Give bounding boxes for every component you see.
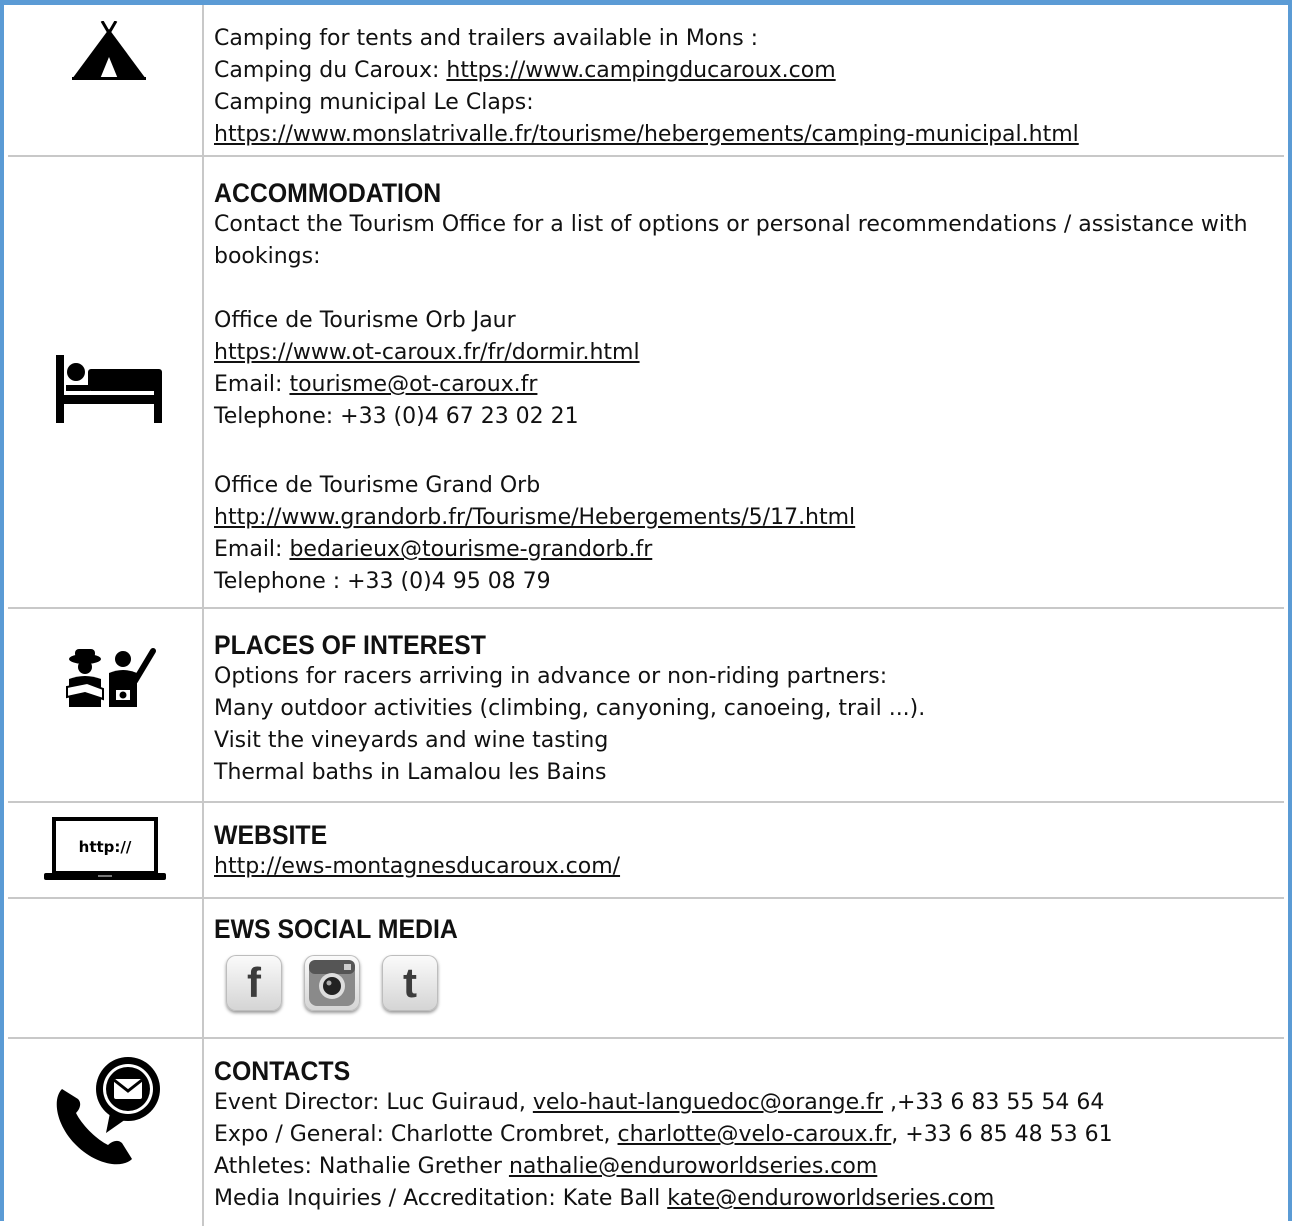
accommodation-row: ACCOMMODATION Contact the Tourism Office… [8, 157, 1284, 609]
places-row: PLACES OF INTEREST Options for racers ar… [8, 609, 1284, 803]
contact-1-phone: ,+33 6 83 55 54 64 [882, 1090, 1105, 1115]
contact-1-email[interactable]: velo-haut-languedoc@orange.fr [533, 1090, 883, 1115]
contact-2-phone: , +33 6 85 48 53 61 [891, 1122, 1113, 1147]
contact-2-label: Expo / General: Charlotte Crombret, [214, 1122, 618, 1147]
social-heading: EWS SOCIAL MEDIA [214, 914, 458, 944]
office1-email-label: Email: [214, 372, 290, 397]
office1-phone: Telephone: +33 (0)4 67 23 02 21 [214, 404, 579, 429]
twitter-icon[interactable]: t [382, 955, 438, 1011]
camping-caroux-link[interactable]: https://www.campingducaroux.com [446, 58, 835, 83]
accommodation-icon-cell [8, 157, 204, 607]
office1-url-line: https://www.ot-caroux.fr/fr/dormir.html [214, 337, 1264, 369]
social-icons: f t [226, 955, 1264, 1011]
laptop-icon: http:// [44, 817, 166, 887]
info-table: Camping for tents and trailers available… [0, 0, 1292, 1226]
accommodation-intro: Contact the Tourism Office for a list of… [214, 212, 1248, 269]
camping-caroux-line: Camping du Caroux: https://www.campingdu… [214, 55, 1264, 87]
camping-text: Camping for tents and trailers available… [214, 23, 1264, 151]
laptop-icon-text: http:// [79, 838, 132, 856]
social-icon-cell [8, 899, 204, 1037]
website-url-line: http://ews-montagnesducaroux.com/ [214, 851, 1264, 883]
office1-email-line: Email: tourisme@ot-caroux.fr [214, 369, 1264, 401]
website-text: WEBSITE http://ews-montagnesducaroux.com… [214, 819, 1264, 883]
contact-4-email[interactable]: kate@enduroworldseries.com [667, 1186, 994, 1211]
office2-url-line: http://www.grandorb.fr/Tourisme/Hebergem… [214, 502, 1264, 534]
places-line-1: Options for racers arriving in advance o… [214, 664, 888, 689]
camping-icon-cell [8, 5, 204, 155]
office2-email-label: Email: [214, 537, 290, 562]
places-text: PLACES OF INTEREST Options for racers ar… [214, 629, 1264, 789]
website-url-link[interactable]: http://ews-montagnesducaroux.com/ [214, 854, 620, 879]
bed-icon [56, 355, 162, 429]
contacts-text: CONTACTS Event Director: Luc Guiraud, ve… [214, 1055, 1264, 1215]
camping-claps-line: https://www.monslatrivalle.fr/tourisme/h… [214, 119, 1264, 151]
contacts-row: CONTACTS Event Director: Luc Guiraud, ve… [8, 1039, 1284, 1226]
office1-name: Office de Tourisme Orb Jaur [214, 308, 516, 333]
places-line-2: Many outdoor activities (climbing, canyo… [214, 696, 926, 721]
office2-email-line: Email: bedarieux@tourisme-grandorb.fr [214, 534, 1264, 566]
contact-2-email[interactable]: charlotte@velo-caroux.fr [618, 1122, 892, 1147]
contact-2: Expo / General: Charlotte Crombret, char… [214, 1119, 1264, 1151]
camping-claps-link[interactable]: https://www.monslatrivalle.fr/tourisme/h… [214, 122, 1079, 147]
phone-mail-icon [48, 1051, 168, 1175]
facebook-icon[interactable]: f [226, 955, 282, 1011]
camping-claps-label: Camping municipal Le Claps: [214, 90, 534, 115]
contacts-icon-cell [8, 1039, 204, 1226]
instagram-icon[interactable] [304, 955, 360, 1011]
contact-4-label: Media Inquiries / Accreditation: Kate Ba… [214, 1186, 668, 1211]
social-row: EWS SOCIAL MEDIA f t [8, 899, 1284, 1039]
website-heading: WEBSITE [214, 820, 328, 850]
contact-3: Athletes: Nathalie Grether nathalie@endu… [214, 1151, 1264, 1183]
office1-url-link[interactable]: https://www.ot-caroux.fr/fr/dormir.html [214, 340, 640, 365]
office1-email-link[interactable]: tourisme@ot-caroux.fr [289, 372, 537, 397]
tent-icon [72, 20, 146, 85]
website-row: http:// WEBSITE http://ews-montagnesduca… [8, 803, 1284, 899]
contact-3-label: Athletes: Nathalie Grether [214, 1154, 509, 1179]
office2-phone: Telephone : +33 (0)4 95 08 79 [214, 569, 551, 594]
accommodation-heading: ACCOMMODATION [214, 178, 442, 208]
office2-email-link[interactable]: bedarieux@tourisme-grandorb.fr [289, 537, 652, 562]
facebook-glyph: f [247, 959, 261, 1006]
places-icon-cell [8, 609, 204, 801]
contacts-heading: CONTACTS [214, 1056, 351, 1086]
social-text: EWS SOCIAL MEDIA f t [214, 913, 1264, 1011]
places-line-3: Visit the vineyards and wine tasting [214, 728, 609, 753]
website-icon-cell: http:// [8, 803, 204, 897]
office2-url-link[interactable]: http://www.grandorb.fr/Tourisme/Hebergem… [214, 505, 855, 530]
places-heading: PLACES OF INTEREST [214, 630, 486, 660]
contact-1-label: Event Director: Luc Guiraud, [214, 1090, 533, 1115]
contact-4: Media Inquiries / Accreditation: Kate Ba… [214, 1183, 1264, 1215]
office2-name: Office de Tourisme Grand Orb [214, 473, 541, 498]
contact-1: Event Director: Luc Guiraud, velo-haut-l… [214, 1087, 1264, 1119]
tourists-icon [65, 645, 161, 713]
places-line-4: Thermal baths in Lamalou les Bains [214, 760, 607, 785]
twitter-glyph: t [403, 959, 417, 1006]
camping-row: Camping for tents and trailers available… [8, 5, 1284, 157]
accommodation-text: ACCOMMODATION Contact the Tourism Office… [214, 177, 1264, 598]
camping-intro: Camping for tents and trailers available… [214, 26, 759, 51]
camping-caroux-label: Camping du Caroux: [214, 58, 447, 83]
contact-3-email[interactable]: nathalie@enduroworldseries.com [509, 1154, 877, 1179]
